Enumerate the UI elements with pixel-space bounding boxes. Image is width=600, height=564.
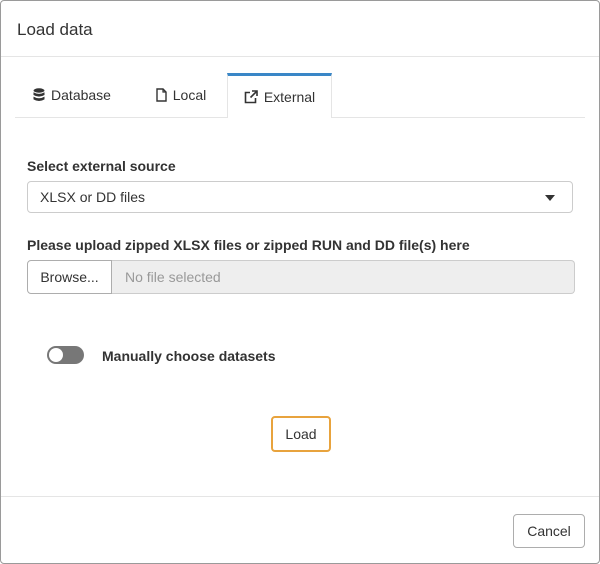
dialog-header: Load data: [1, 1, 599, 57]
file-upload: Browse... No file selected: [27, 260, 575, 294]
dialog-title: Load data: [17, 20, 93, 39]
caret-down-icon: [545, 195, 555, 201]
tab-local[interactable]: Local: [137, 73, 225, 117]
load-button[interactable]: Load: [271, 416, 331, 452]
tab-database[interactable]: Database: [22, 73, 122, 117]
select-source-label: Select external source: [27, 158, 176, 174]
manual-datasets-label: Manually choose datasets: [102, 348, 276, 364]
external-source-select[interactable]: XLSX or DD files: [27, 181, 573, 213]
tab-local-label: Local: [172, 87, 207, 103]
manual-datasets-toggle[interactable]: [47, 346, 84, 364]
external-source-value: XLSX or DD files: [40, 189, 146, 205]
browse-button[interactable]: Browse...: [27, 260, 112, 294]
load-data-dialog: Load data Database Local External Select…: [0, 0, 600, 564]
cancel-button[interactable]: Cancel: [513, 514, 585, 548]
tab-external[interactable]: External: [227, 73, 332, 118]
tab-database-label: Database: [51, 87, 111, 103]
database-icon: [33, 88, 45, 102]
file-icon: [156, 88, 167, 102]
upload-label: Please upload zipped XLSX files or zippe…: [27, 237, 470, 253]
source-tabs: Database Local External: [15, 73, 585, 118]
external-link-icon: [244, 89, 258, 104]
file-name-display: No file selected: [112, 260, 575, 294]
dialog-footer-divider: [1, 496, 599, 497]
toggle-knob: [49, 348, 63, 362]
tab-external-label: External: [263, 88, 316, 105]
